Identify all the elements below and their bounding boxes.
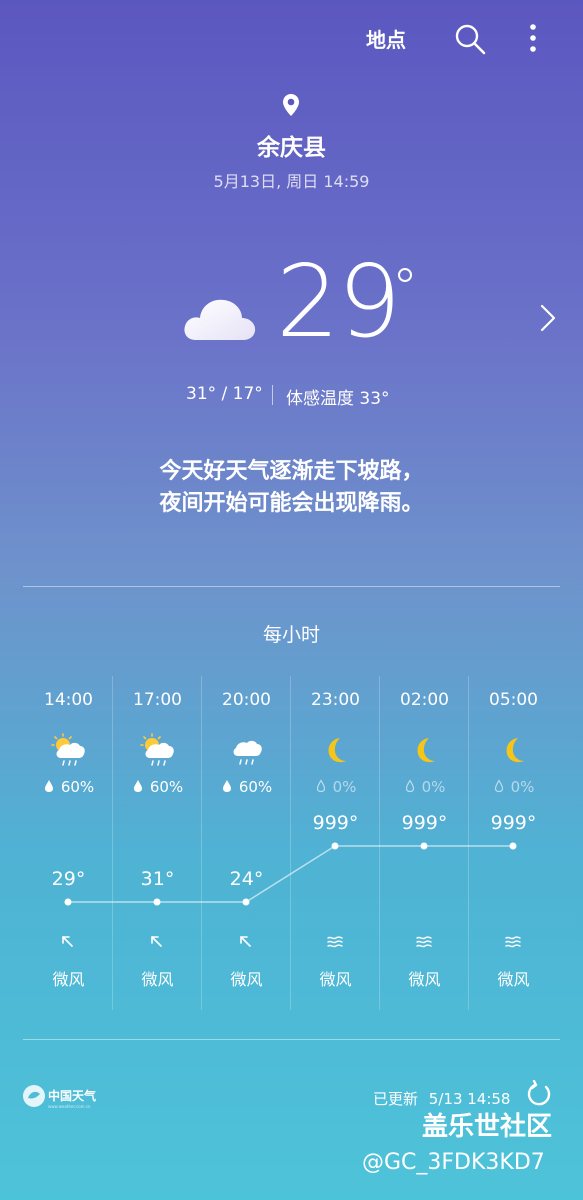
- section-divider: [23, 586, 560, 587]
- summary-line-1: 今天好天气逐渐走下坡路，: [159, 459, 424, 484]
- rain-cloud-icon: [233, 740, 262, 765]
- raindrop-outline-icon: [494, 779, 503, 793]
- search-icon: [455, 24, 486, 55]
- updated-label: 已更新: [373, 1090, 419, 1108]
- hourly-forecast-list: 14:00 60% 29° 微风 17:00 60% 31° 微风 20:00 …: [24, 676, 558, 1010]
- svg-text:www.weather.com.cn: www.weather.com.cn: [48, 1104, 91, 1109]
- precip-value: 0%: [421, 778, 446, 796]
- hour-temperature: 999°: [312, 812, 359, 834]
- summary-line-2: 夜间开始可能会出现降雨。: [159, 491, 424, 516]
- hour-temperature: 24°: [229, 868, 264, 890]
- hourly-title: 每小时: [262, 624, 320, 646]
- high-low-temperature: 31° / 17°: [186, 384, 263, 404]
- raindrop-icon: [133, 780, 142, 792]
- hour-time: 02:00: [400, 690, 449, 710]
- top-bar: 地点: [0, 0, 583, 80]
- current-datetime: 5月13日, 周日 14:59: [213, 172, 370, 191]
- search-button[interactable]: [453, 22, 487, 56]
- refresh-button[interactable]: [526, 1079, 552, 1108]
- moon-icon: [506, 738, 524, 763]
- hour-time: 20:00: [222, 690, 271, 710]
- hourly-item[interactable]: 23:00 0% 999° 微风: [291, 676, 380, 1010]
- sun-rain-cloud-icon: [51, 733, 85, 766]
- hour-time: 14:00: [44, 690, 93, 710]
- arrow-up-left-icon: [62, 936, 73, 947]
- precipitation: 0%: [380, 778, 469, 796]
- precip-value: 0%: [332, 778, 357, 796]
- wind-waves-icon: [505, 936, 521, 948]
- hour-temperature: 999°: [401, 812, 448, 834]
- precip-value: 60%: [60, 778, 95, 796]
- svg-text:中国天气: 中国天气: [48, 1088, 96, 1103]
- raindrop-icon: [222, 780, 231, 792]
- degree-symbol: [398, 268, 412, 282]
- hour-temperature: 999°: [490, 812, 537, 834]
- precipitation: 0%: [469, 778, 558, 796]
- city-name: 余庆县: [257, 135, 326, 161]
- hour-time: 17:00: [133, 690, 182, 710]
- hourly-item[interactable]: 17:00 60% 31° 微风: [113, 676, 202, 1010]
- wind-label: 微风: [52, 970, 85, 989]
- wind-waves-icon: [327, 936, 343, 948]
- feels-like-temperature: 体感温度 33°: [286, 389, 390, 409]
- hour-time: 23:00: [311, 690, 360, 710]
- arrow-up-left-icon: [151, 936, 162, 947]
- hour-temperature: 29°: [51, 868, 86, 890]
- precip-value: 60%: [149, 778, 184, 796]
- watermark-handle: @GC_3FDK3KD7: [362, 1150, 545, 1175]
- precip-value: 0%: [510, 778, 535, 796]
- arrow-up-left-icon: [240, 936, 251, 947]
- raindrop-outline-icon: [405, 779, 414, 793]
- wind-label: 微风: [141, 970, 174, 989]
- hourly-item[interactable]: 14:00 60% 29° 微风: [24, 676, 113, 1010]
- current-temperature: 29: [276, 243, 401, 360]
- raindrop-outline-icon: [316, 779, 325, 793]
- hourly-item[interactable]: 02:00 0% 999° 微风: [380, 676, 469, 1010]
- location-button[interactable]: 地点: [366, 24, 406, 53]
- wind-label: 微风: [319, 970, 352, 989]
- precipitation: 60%: [113, 778, 202, 796]
- precipitation: 60%: [202, 778, 291, 796]
- moon-icon: [328, 738, 346, 763]
- footer-divider: [23, 1039, 560, 1040]
- cloud-icon: [184, 299, 256, 340]
- divider: [272, 385, 273, 405]
- watermark-brand: 盖乐世社区: [422, 1112, 553, 1142]
- details-button[interactable]: [538, 300, 558, 336]
- hourly-item[interactable]: 20:00 60% 24° 微风: [202, 676, 291, 1010]
- hour-temperature: 31°: [140, 868, 175, 890]
- hourly-item[interactable]: 05:00 0% 999° 微风: [469, 676, 558, 1010]
- precipitation: 0%: [291, 778, 380, 796]
- more-options-button[interactable]: [522, 20, 544, 56]
- wind-label: 微风: [230, 970, 263, 989]
- sun-rain-cloud-icon: [140, 733, 174, 766]
- weather-summary: 今天好天气逐渐走下坡路， 夜间开始可能会出现降雨。: [0, 456, 583, 520]
- wind-label: 微风: [497, 970, 530, 989]
- hour-time: 05:00: [489, 690, 538, 710]
- china-weather-logo: 中国天气 www.weather.com.cn: [23, 1085, 96, 1109]
- precipitation: 60%: [24, 778, 113, 796]
- chevron-right-icon: [540, 304, 556, 332]
- precip-value: 60%: [238, 778, 273, 796]
- more-vert-icon: [530, 24, 536, 52]
- wind-label: 微风: [408, 970, 441, 989]
- refresh-icon: [527, 1079, 551, 1106]
- wind-waves-icon: [416, 936, 432, 948]
- raindrop-icon: [44, 780, 53, 792]
- location-pin-icon: [283, 94, 299, 116]
- moon-icon: [417, 738, 435, 763]
